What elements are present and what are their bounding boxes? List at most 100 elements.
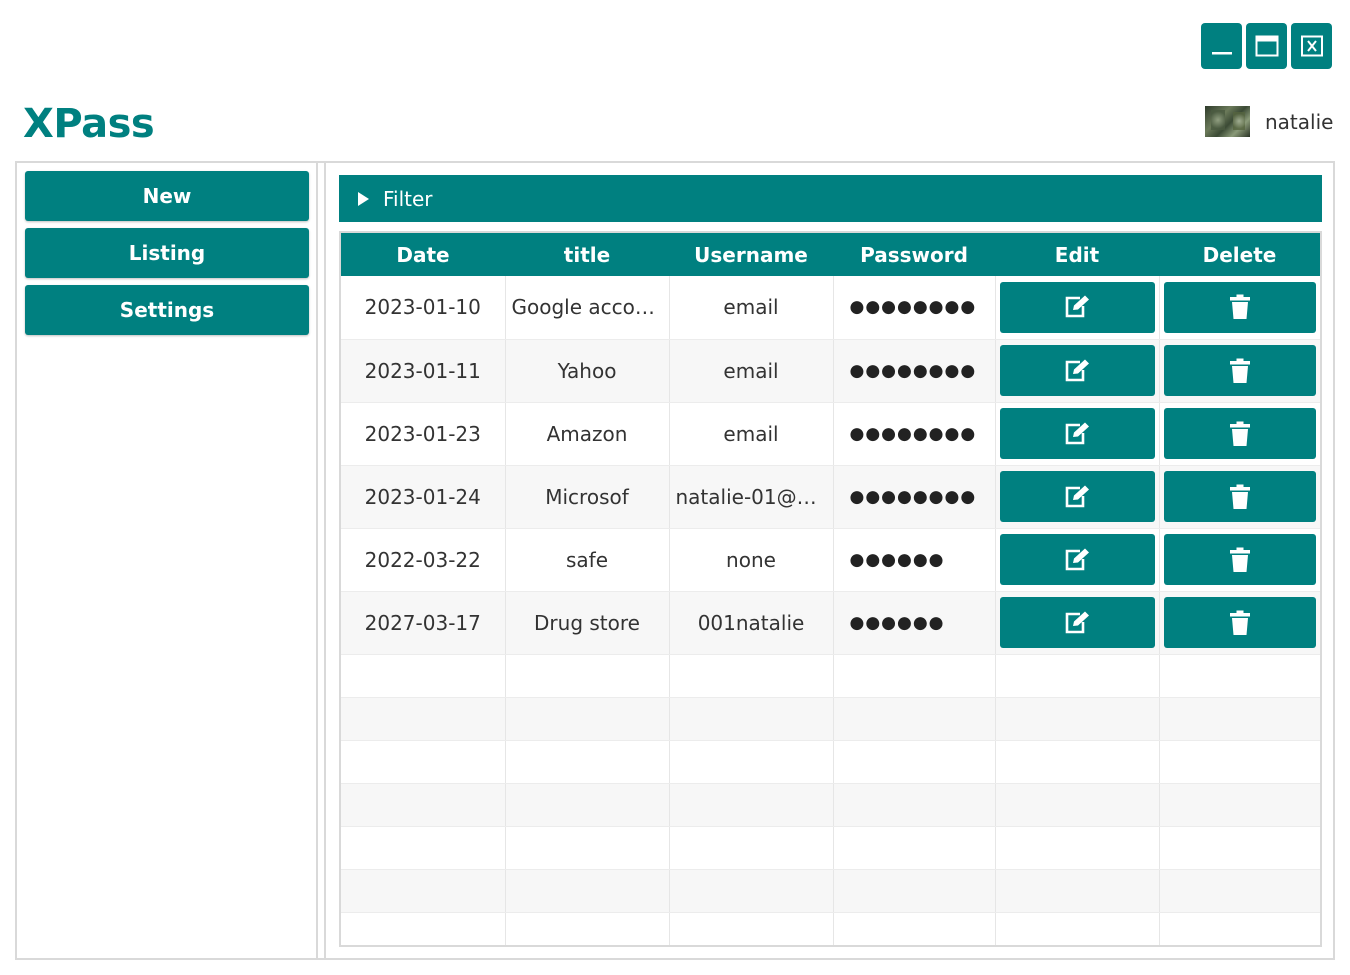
cell-username: none [669,528,834,592]
settings-button[interactable]: Settings [25,285,309,335]
cell-username: email [669,339,834,403]
cell-password: ●●●●●●●● [833,402,996,466]
app-frame: New Listing Settings Filter Date title U… [15,161,1335,960]
trash-icon [1229,484,1250,509]
cell-title: Microsof [505,465,670,529]
close-icon [1300,35,1323,57]
edit-icon [1065,548,1089,570]
column-header-username[interactable]: Username [669,233,833,276]
cell-delete [1159,276,1320,340]
trash-icon [1229,610,1250,635]
delete-button[interactable] [1163,534,1316,585]
delete-button[interactable] [1163,281,1316,333]
edit-button[interactable] [999,534,1155,585]
user-profile[interactable]: natalie [1205,106,1333,137]
column-header-date[interactable]: Date [341,233,505,276]
cell-date: 2022-03-22 [341,528,506,592]
table-row[interactable]: 2022-03-22 safe none ●●●●●● [341,528,1320,592]
main-panel: Filter Date title Username Password Edit… [333,163,1333,958]
cell-delete [1159,591,1320,655]
empty-row [341,697,1320,741]
cell-edit [995,528,1160,592]
close-button[interactable] [1291,23,1332,69]
column-header-delete: Delete [1159,233,1320,276]
cell-title: safe [505,528,670,592]
password-table: Date title Username Password Edit Delete… [339,231,1322,947]
cell-username: email [669,402,834,466]
table-row[interactable]: 2023-01-23 Amazon email ●●●●●●●● [341,402,1320,466]
filter-label: Filter [383,186,433,211]
cell-username: 001natalie [669,591,834,655]
edit-icon [1065,485,1089,507]
edit-button[interactable] [999,281,1155,333]
cell-date: 2023-01-10 [341,276,506,340]
edit-button[interactable] [999,408,1155,459]
cell-date: 2023-01-23 [341,402,506,466]
minimize-button[interactable] [1201,23,1242,69]
window-controls [1201,23,1332,69]
cell-date: 2027-03-17 [341,591,506,655]
cell-title: Yahoo [505,339,670,403]
trash-icon [1229,421,1250,446]
cell-edit [995,591,1160,655]
edit-icon [1065,295,1089,318]
column-header-title[interactable]: title [505,233,669,276]
trash-icon [1229,547,1250,572]
empty-row [341,869,1320,913]
cell-date: 2023-01-24 [341,465,506,529]
cell-password: ●●●●●●●● [833,276,996,340]
edit-icon [1065,422,1089,444]
delete-button[interactable] [1163,408,1316,459]
cell-delete [1159,402,1320,466]
trash-icon [1229,358,1250,383]
sidebar: New Listing Settings [17,163,318,958]
edit-icon [1065,359,1089,381]
triangle-right-icon [358,191,369,206]
avatar [1205,106,1250,137]
empty-row [341,912,1320,945]
maximize-button[interactable] [1246,23,1287,69]
table-row[interactable]: 2023-01-11 Yahoo email ●●●●●●●● [341,339,1320,403]
cell-username: email [669,276,834,340]
cell-edit [995,339,1160,403]
empty-row [341,740,1320,784]
delete-button[interactable] [1163,471,1316,522]
cell-edit [995,465,1160,529]
empty-row [341,826,1320,870]
edit-button[interactable] [999,345,1155,396]
minimize-icon [1211,52,1232,55]
trash-icon [1229,294,1250,320]
maximize-icon [1255,35,1278,57]
cell-password: ●●●●●●●● [833,339,996,403]
empty-row [341,783,1320,827]
cell-edit [995,276,1160,340]
filter-toggle[interactable]: Filter [339,175,1322,222]
cell-username: natalie-01@h... [669,465,834,529]
cell-delete [1159,528,1320,592]
table-row[interactable]: 2023-01-24 Microsof natalie-01@h... ●●●●●●●… [341,465,1320,529]
cell-title: Amazon [505,402,670,466]
cell-title: Google account [505,276,670,340]
cell-password: ●●●●●● [833,591,996,655]
cell-delete [1159,339,1320,403]
cell-title: Drug store [505,591,670,655]
new-button[interactable]: New [25,171,309,221]
splitter[interactable] [324,163,326,958]
edit-button[interactable] [999,597,1155,648]
column-header-password[interactable]: Password [833,233,995,276]
listing-button[interactable]: Listing [25,228,309,278]
edit-button[interactable] [999,471,1155,522]
delete-button[interactable] [1163,597,1316,648]
table-row[interactable]: 2027-03-17 Drug store 001natalie ●●●●●● [341,591,1320,655]
cell-date: 2023-01-11 [341,339,506,403]
cell-edit [995,402,1160,466]
delete-button[interactable] [1163,345,1316,396]
username-label: natalie [1265,109,1334,134]
cell-password: ●●●●●●●● [833,465,996,529]
table-header: Date title Username Password Edit Delete [341,233,1320,276]
cell-password: ●●●●●● [833,528,996,592]
cell-delete [1159,465,1320,529]
empty-row [341,654,1320,698]
column-header-edit: Edit [995,233,1159,276]
table-row[interactable]: 2023-01-10 Google account email ●●●●●●●● [341,276,1320,340]
